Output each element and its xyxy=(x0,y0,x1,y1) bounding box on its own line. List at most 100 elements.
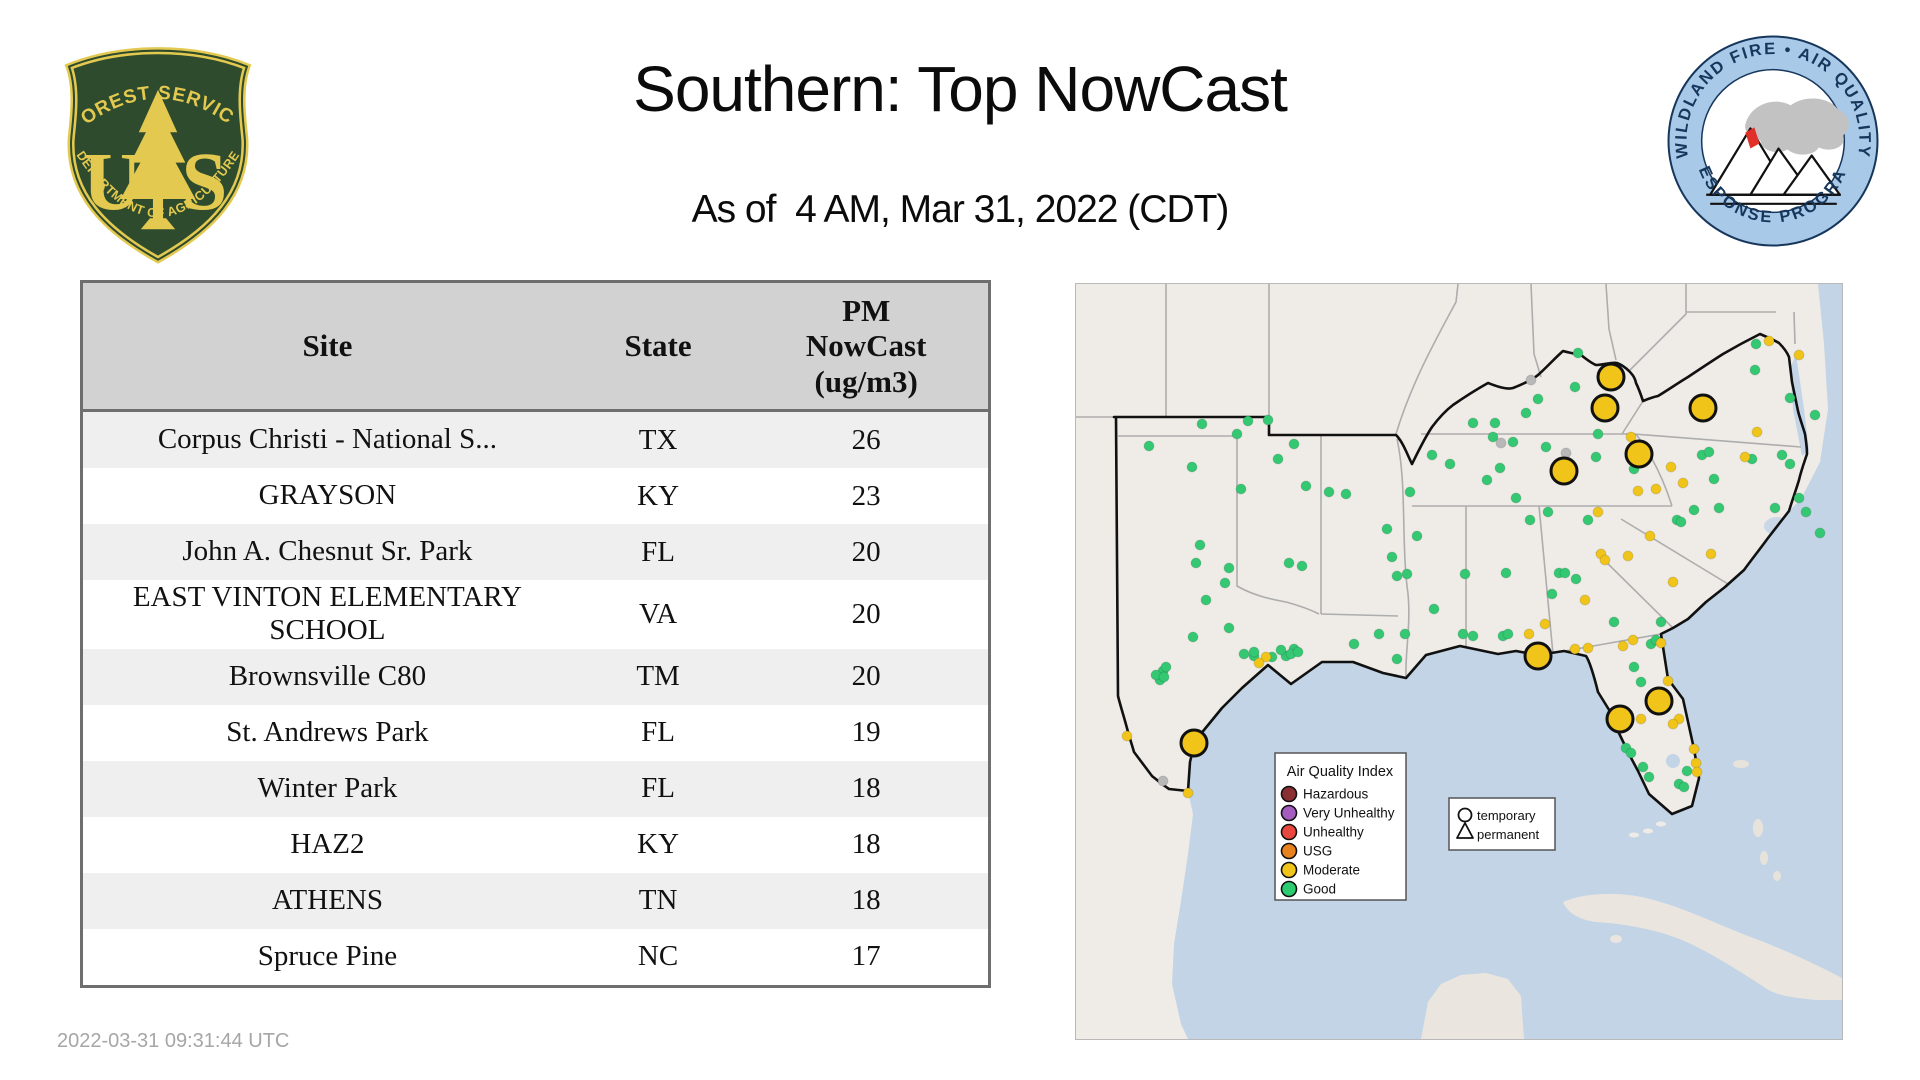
state-cell: KY xyxy=(571,468,745,524)
legend-label: USG xyxy=(1303,844,1332,859)
good-site-dot xyxy=(1628,661,1640,673)
good-site-dot xyxy=(1681,765,1693,777)
good-site-dot xyxy=(1520,407,1532,419)
top-site-marker xyxy=(1688,393,1718,423)
site-cell: St. Andrews Park xyxy=(81,704,572,761)
state-cell: VA xyxy=(571,580,745,649)
good-site-dot xyxy=(1524,514,1536,526)
legend-swatch-moderate xyxy=(1280,861,1298,879)
table-row: Brownsville C80 TM 20 xyxy=(81,648,990,705)
moderate-site-dot xyxy=(1650,483,1662,495)
good-site-dot xyxy=(1238,648,1250,660)
marker-type-legend: temporary permanent xyxy=(1448,797,1556,851)
table-row: Corpus Christi - National S... TX 26 xyxy=(81,410,990,468)
good-site-dot xyxy=(1643,771,1655,783)
state-cell: TX xyxy=(571,410,745,468)
pm-value-cell: 18 xyxy=(744,760,990,817)
good-site-dot xyxy=(1467,630,1479,642)
top-site-marker xyxy=(1644,686,1674,716)
pm-value-cell: 18 xyxy=(744,816,990,873)
good-site-dot xyxy=(1187,631,1199,643)
good-site-dot xyxy=(1542,506,1554,518)
generated-timestamp: 2022-03-31 09:31:44 UTC xyxy=(57,1030,290,1052)
good-site-dot xyxy=(1569,381,1581,393)
good-site-dot xyxy=(1750,338,1762,350)
good-site-dot xyxy=(1749,364,1761,376)
state-cell: KY xyxy=(571,816,745,873)
good-site-dot xyxy=(1411,530,1423,542)
good-site-dot xyxy=(1426,449,1438,461)
moderate-site-dot xyxy=(1253,657,1265,669)
good-site-dot xyxy=(1457,628,1469,640)
good-site-dot xyxy=(1196,418,1208,430)
moderate-site-dot xyxy=(1592,506,1604,518)
lake-okeechobee xyxy=(1666,754,1680,768)
table-row: ATHENS TN 18 xyxy=(81,872,990,929)
top-site-marker xyxy=(1549,456,1579,486)
good-site-dot xyxy=(1158,671,1170,683)
state-cell: FL xyxy=(571,760,745,817)
good-site-dot xyxy=(1373,628,1385,640)
good-site-dot xyxy=(1546,588,1558,600)
pm-value-cell: 17 xyxy=(744,928,990,987)
moderate-site-dot xyxy=(1622,550,1634,562)
site-cell: EAST VINTON ELEMENTARY SCHOOL xyxy=(81,580,572,649)
moderate-site-dot xyxy=(1627,634,1639,646)
good-site-dot xyxy=(1625,747,1637,759)
good-site-dot xyxy=(1769,502,1781,514)
moderate-site-dot xyxy=(1793,349,1805,361)
moderate-site-dot xyxy=(1644,530,1656,542)
good-site-dot xyxy=(1608,616,1620,628)
good-site-dot xyxy=(1194,539,1206,551)
good-site-dot xyxy=(1190,557,1202,569)
good-site-dot xyxy=(1776,449,1788,461)
top-site-marker xyxy=(1596,362,1626,392)
good-site-dot xyxy=(1248,646,1260,658)
moderate-site-dot xyxy=(1705,548,1717,560)
legend-swatch-usg xyxy=(1280,842,1298,860)
page-subtitle: As of 4 AM, Mar 31, 2022 (CDT) xyxy=(691,188,1230,231)
pm-value-cell: 20 xyxy=(744,580,990,649)
legend-swatch-unhealthy xyxy=(1280,823,1298,841)
top-site-marker xyxy=(1590,393,1620,423)
good-site-dot xyxy=(1219,577,1231,589)
good-site-dot xyxy=(1592,428,1604,440)
good-site-dot xyxy=(1590,451,1602,463)
good-site-dot xyxy=(1381,523,1393,535)
good-site-dot xyxy=(1404,486,1416,498)
missing-site-dot xyxy=(1560,447,1572,459)
good-site-dot xyxy=(1292,646,1304,658)
pm-value-cell: 20 xyxy=(744,524,990,580)
site-cell: Corpus Christi - National S... xyxy=(81,410,572,468)
good-site-dot xyxy=(1272,453,1284,465)
moderate-site-dot xyxy=(1665,461,1677,473)
site-cell: ATHENS xyxy=(81,872,572,929)
aqi-legend-title: Air Quality Index xyxy=(1287,764,1394,780)
good-site-dot xyxy=(1262,414,1274,426)
good-site-dot xyxy=(1507,436,1519,448)
pm-value-cell: 20 xyxy=(744,648,990,705)
good-site-dot xyxy=(1160,661,1172,673)
moderate-site-dot xyxy=(1632,485,1644,497)
moderate-site-dot xyxy=(1617,640,1629,652)
good-site-dot xyxy=(1467,417,1479,429)
moderate-site-dot xyxy=(1121,730,1133,742)
moderate-site-dot xyxy=(1688,743,1700,755)
top-nowcast-table: Site State PM NowCast (ug/m3) Corpus Chr… xyxy=(80,280,991,988)
table-row: GRAYSON KY 23 xyxy=(81,468,990,524)
moderate-site-dot xyxy=(1677,477,1689,489)
good-site-dot xyxy=(1688,504,1700,516)
col-header-site: Site xyxy=(81,280,572,412)
top-site-marker xyxy=(1624,439,1654,469)
good-site-dot xyxy=(1444,458,1456,470)
good-site-dot xyxy=(1540,441,1552,453)
moderate-site-dot xyxy=(1690,757,1702,769)
good-site-dot xyxy=(1814,527,1826,539)
good-site-dot xyxy=(1637,761,1649,773)
moderate-site-dot xyxy=(1599,554,1611,566)
good-site-dot xyxy=(1494,462,1506,474)
state-cell: FL xyxy=(571,524,745,580)
state-cell: TM xyxy=(571,648,745,705)
good-site-dot xyxy=(1296,560,1308,572)
site-cell: Winter Park xyxy=(81,760,572,817)
